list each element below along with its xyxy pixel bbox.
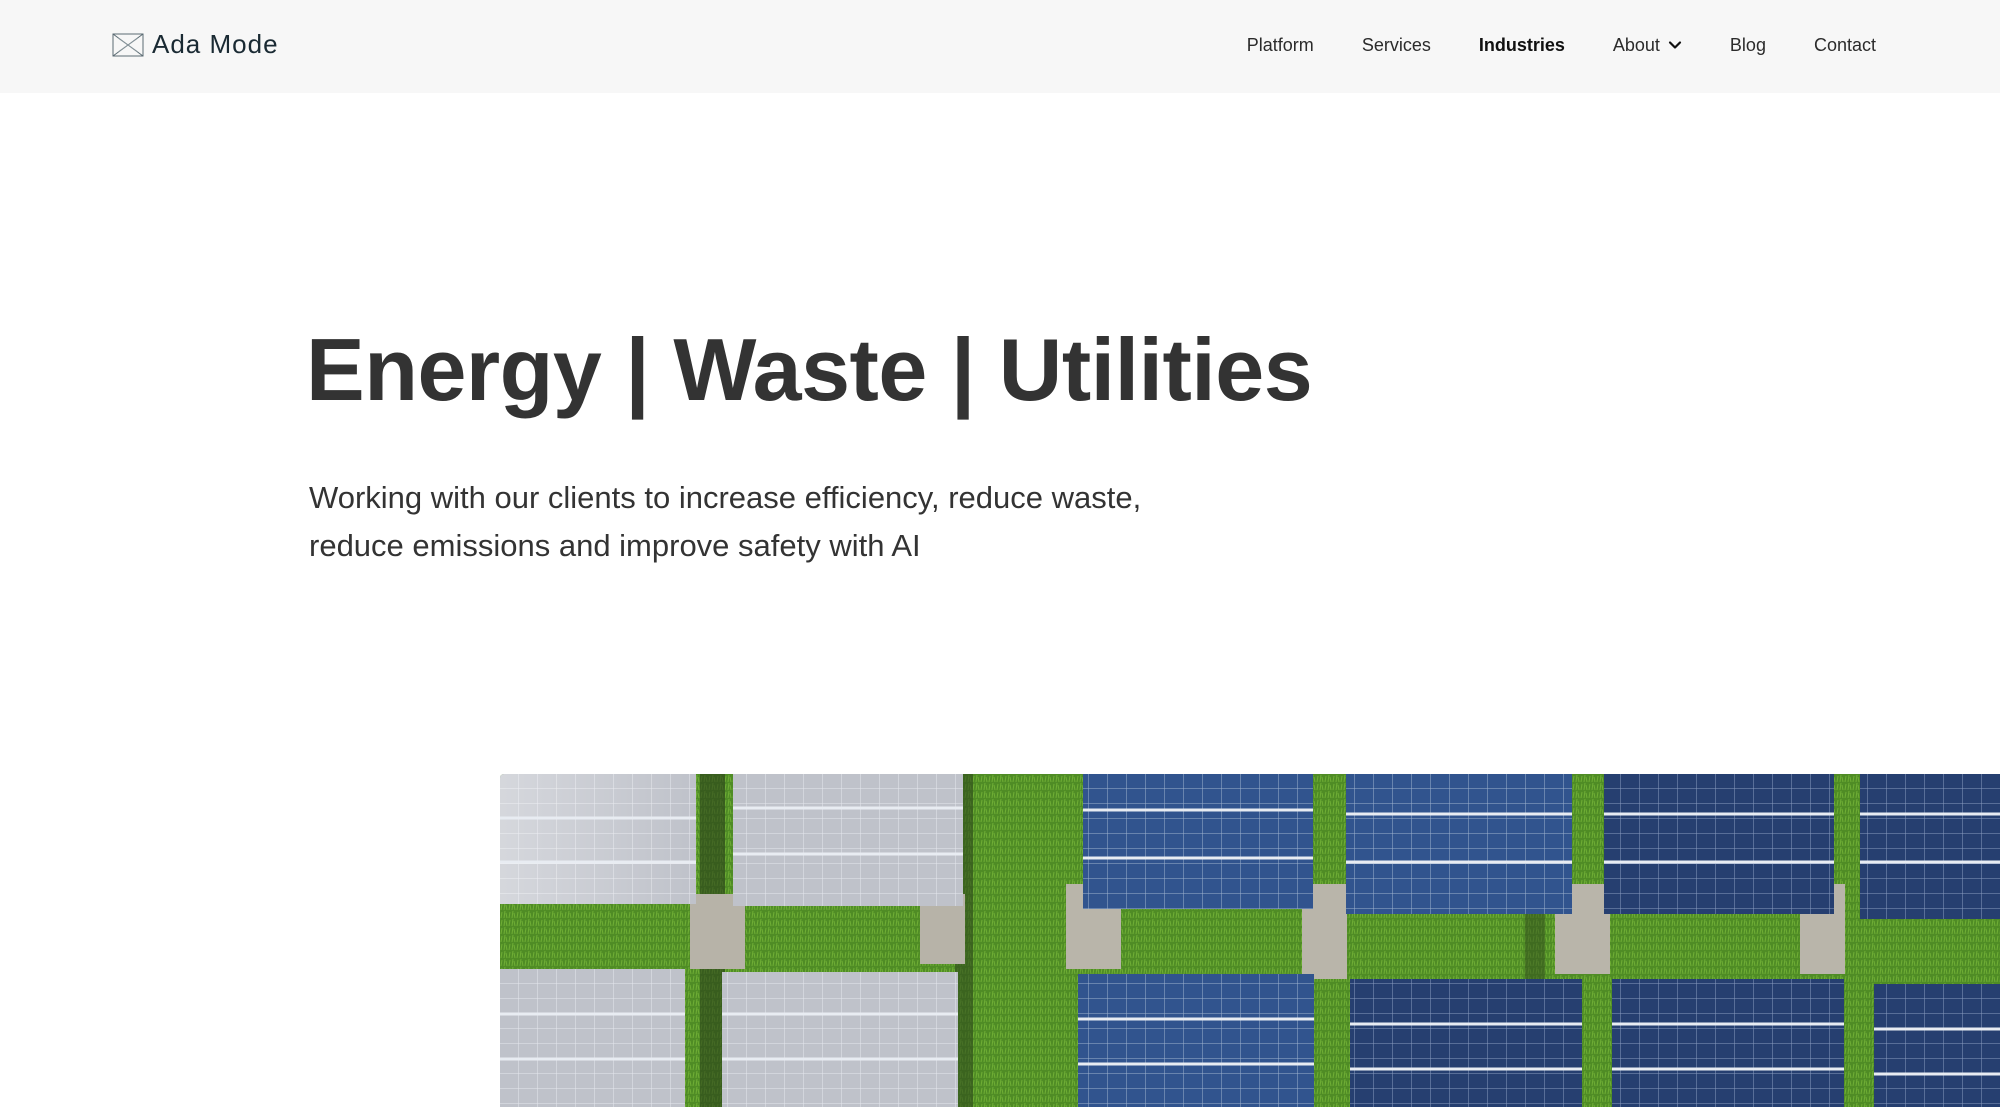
brand-logo-link[interactable]: Ada Mode — [112, 29, 279, 60]
page-title: Energy | Waste | Utilities — [306, 320, 1313, 419]
hero-subtitle-line-2: reduce emissions and improve safety with… — [309, 528, 921, 563]
hero-subtitle: Working with our clients to increase eff… — [309, 474, 1209, 570]
nav-item-label: Contact — [1813, 34, 1876, 55]
ada-mode-logo-icon — [112, 33, 144, 56]
main-nav: Platform Services Industries About Blog … — [1199, 0, 1876, 90]
nav-item-platform[interactable]: Platform — [1247, 35, 1314, 56]
nav-item-contact[interactable]: Contact — [1814, 35, 1876, 56]
nav-item-label: Platform — [1246, 34, 1314, 55]
nav-item-industries[interactable]: Industries — [1479, 35, 1565, 56]
nav-item-about[interactable]: About — [1613, 35, 1682, 56]
solar-panels-image — [500, 774, 2000, 1107]
hero-subtitle-line-1: Working with our clients to increase eff… — [309, 480, 1142, 515]
chevron-down-icon — [1668, 41, 1682, 49]
site-header: Ada Mode Platform Services Industries Ab… — [0, 0, 2000, 93]
brand-name: Ada Mode — [152, 29, 279, 59]
nav-item-blog[interactable]: Blog — [1730, 35, 1766, 56]
nav-item-label: About — [1612, 34, 1660, 55]
nav-item-services[interactable]: Services — [1362, 35, 1431, 56]
nav-item-label: Industries — [1478, 34, 1565, 55]
nav-item-label: Blog — [1729, 34, 1766, 55]
nav-item-label: Services — [1361, 34, 1431, 55]
